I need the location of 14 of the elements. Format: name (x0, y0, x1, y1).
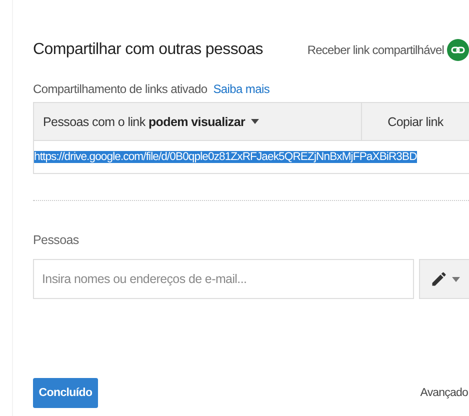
dialog-title: Compartilhar com outras pessoas (33, 41, 263, 59)
caret-icon (452, 276, 460, 282)
learn-more-link[interactable]: Saiba mais (213, 82, 270, 96)
people-input-field[interactable]: Insira nomes ou endereços de e-mail... (33, 259, 414, 299)
permission-button[interactable] (419, 259, 469, 299)
link-sharing-status: Compartilhamento de links ativado (33, 82, 208, 96)
pencil-icon (430, 270, 448, 288)
advanced-link[interactable]: Avançado (420, 387, 468, 399)
people-label: Pessoas (33, 233, 80, 247)
link-icon[interactable] (447, 39, 469, 61)
done-button[interactable]: Concluído (33, 378, 98, 408)
caret-icon[interactable] (251, 119, 260, 124)
link-access-dropdown[interactable]: Pessoas com o link podem visualizar (43, 114, 246, 128)
get-link-label[interactable]: Receber link compartilhável (307, 43, 444, 57)
